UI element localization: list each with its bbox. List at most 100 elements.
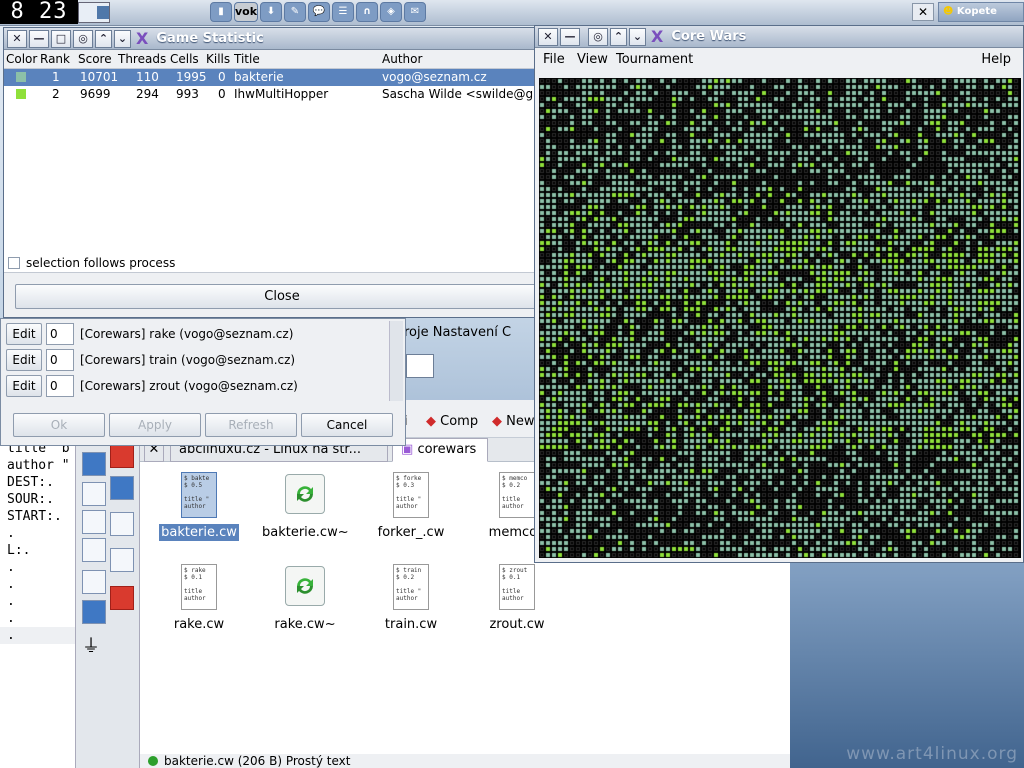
kopete-close-button[interactable]: ✕ — [912, 3, 934, 21]
notes-icon[interactable]: ☰ — [332, 2, 354, 22]
tab-corewars[interactable]: ▣ corewars — [392, 438, 488, 462]
x-logo-icon: X — [651, 27, 664, 46]
table-row[interactable]: 1 10701 110 1995 0 bakterie vogo@seznam.cz — [4, 69, 548, 86]
warrior-row: Edit 0 [Corewars] train (vogo@seznam.cz) — [6, 348, 295, 372]
kopete-label: Kopete — [956, 6, 997, 17]
title-bar[interactable]: ✕ — ◎ ⌃ ⌄ X Core Wars — [535, 26, 1023, 48]
column-header[interactable]: Threads — [118, 52, 166, 66]
cell-rank: 2 — [52, 87, 60, 101]
warrior-count-input[interactable]: 0 — [46, 323, 74, 345]
table-header: Color Rank Score Threads Cells Kills Title Auth… — [4, 51, 548, 69]
folder-icon[interactable] — [110, 586, 134, 610]
column-header[interactable]: Title — [234, 52, 260, 66]
magnet-icon[interactable]: ∩ — [356, 2, 378, 22]
menu-tournament[interactable]: Tournament — [616, 48, 693, 72]
table-row[interactable]: 2 9699 294 993 0 IhwMultiHopper Sascha Wilde <… — [4, 86, 548, 103]
warrior-count-input[interactable]: 0 — [46, 375, 74, 397]
search-icon[interactable] — [82, 482, 106, 506]
keep-above-icon[interactable]: ⌃ — [95, 29, 112, 48]
history-icon[interactable] — [110, 476, 134, 500]
window-icon[interactable] — [82, 570, 106, 594]
warrior-row: Edit 0 [Corewars] rake (vogo@seznam.cz) — [6, 322, 293, 346]
window-title: Game Statistic — [156, 31, 264, 46]
clock: 8 23 — [0, 0, 78, 24]
menu-file[interactable]: File — [543, 48, 565, 72]
chat-icon[interactable]: 💬 — [308, 2, 330, 22]
mail-icon[interactable]: ✉ — [404, 2, 426, 22]
split-view-icon[interactable] — [82, 538, 106, 562]
sticky-icon[interactable]: ◎ — [588, 27, 608, 46]
document-list-icon[interactable] — [82, 452, 106, 476]
desktop-pager[interactable] — [78, 2, 110, 23]
warrior-label: [Corewars] rake (vogo@seznam.cz) — [80, 327, 294, 341]
file-name: train.cw — [384, 617, 438, 632]
view-mode-icon[interactable] — [406, 354, 434, 378]
download-icon[interactable]: ⬇ — [260, 2, 282, 22]
apply-button[interactable]: Apply — [109, 413, 201, 437]
core-memory-grid[interactable] — [539, 78, 1021, 558]
column-header[interactable]: Kills — [206, 52, 230, 66]
edit-button[interactable]: Edit — [6, 375, 42, 397]
close-icon[interactable]: ✕ — [538, 27, 558, 46]
image-icon[interactable] — [82, 600, 106, 624]
cell-kills: 0 — [218, 87, 226, 101]
minimize-icon[interactable]: — — [29, 29, 49, 48]
close-icon[interactable]: ✕ — [7, 29, 27, 48]
warrior-count-input[interactable]: 0 — [46, 349, 74, 371]
file-item[interactable]: $ bakte $ 0.5 title " author bakterie.cw — [154, 472, 244, 541]
file-item[interactable]: rake.cw~ — [260, 564, 350, 633]
column-header[interactable]: Cells — [170, 52, 199, 66]
filter-icon[interactable]: ⏚ — [82, 632, 106, 657]
text-editor[interactable]: title "b author " DEST:. SOUR:. START:.. L:..… — [0, 440, 76, 768]
maximize-icon[interactable]: □ — [51, 29, 71, 48]
warrior-dialog: Edit 0 [Corewars] rake (vogo@seznam.cz) Edi… — [0, 318, 406, 446]
database-icon[interactable]: ▮ — [210, 2, 232, 22]
dialog-scrollbar[interactable] — [389, 321, 403, 401]
file-item[interactable]: bakterie.cw~ — [260, 472, 350, 541]
kopete-taskbar-item[interactable]: ☻ Kopete — [938, 2, 1024, 22]
menu-help[interactable]: Help — [981, 48, 1011, 72]
new-label: New — [506, 414, 535, 429]
column-header[interactable]: Author — [382, 52, 422, 66]
minimize-icon[interactable]: — — [560, 27, 580, 46]
selection-follows-checkbox[interactable]: selection follows process — [8, 256, 175, 270]
menu-view[interactable]: View — [577, 48, 608, 72]
column-header[interactable]: Color — [6, 52, 37, 66]
services-icon[interactable] — [110, 548, 134, 572]
file-manager-menubar[interactable]: roje Nastavení C — [404, 322, 544, 344]
keep-below-icon[interactable]: ⌄ — [629, 27, 646, 46]
cancel-button[interactable]: Cancel — [301, 413, 393, 437]
warrior-row: Edit 0 [Corewars] zrout (vogo@seznam.cz) — [6, 374, 298, 398]
warrior-color-swatch — [16, 72, 26, 82]
pencil-icon[interactable]: ✎ — [284, 2, 306, 22]
panel-icon[interactable] — [82, 510, 106, 534]
file-item[interactable]: $ forke $ 0.3 title " author forker_.cw — [366, 472, 456, 541]
close-button[interactable]: Close — [15, 284, 549, 309]
cell-title: IhwMultiHopper — [234, 87, 329, 101]
keep-above-icon[interactable]: ⌃ — [610, 27, 627, 46]
status-bar: bakterie.cw (206 B) Prostý text — [140, 754, 790, 768]
vok-icon[interactable]: vok — [234, 2, 258, 22]
column-header[interactable]: Rank — [40, 52, 70, 66]
compile-button[interactable]: ◆ Comp — [426, 412, 478, 432]
keep-below-icon[interactable]: ⌄ — [114, 29, 131, 48]
editor-line: L:. — [7, 543, 31, 558]
file-name: bakterie.cw~ — [262, 525, 349, 540]
refresh-button[interactable]: Refresh — [205, 413, 297, 437]
checkbox-icon — [8, 257, 20, 269]
edit-button[interactable]: Edit — [6, 349, 42, 371]
checkbox-label: selection follows process — [26, 256, 176, 270]
edit-button[interactable]: Edit — [6, 323, 42, 345]
cell-score: 10701 — [80, 70, 119, 84]
compass-icon[interactable]: ◈ — [380, 2, 402, 22]
title-bar[interactable]: ✕ — □ ◎ ⌃ ⌄ X Game Statistic — [4, 28, 548, 50]
home-icon[interactable] — [110, 512, 134, 536]
column-header[interactable]: Score — [78, 52, 112, 66]
file-item[interactable]: $ rake $ 0.1 title author rake.cw — [154, 564, 244, 633]
new-button[interactable]: ◆ New — [492, 412, 535, 432]
sticky-icon[interactable]: ◎ — [73, 29, 93, 48]
file-item[interactable]: $ train $ 0.2 title " author train.cw — [366, 564, 456, 633]
bookmark-icon[interactable] — [110, 444, 134, 468]
ok-button[interactable]: Ok — [13, 413, 105, 437]
file-item[interactable]: $ zrout $ 0.1 title author zrout.cw — [472, 564, 562, 633]
